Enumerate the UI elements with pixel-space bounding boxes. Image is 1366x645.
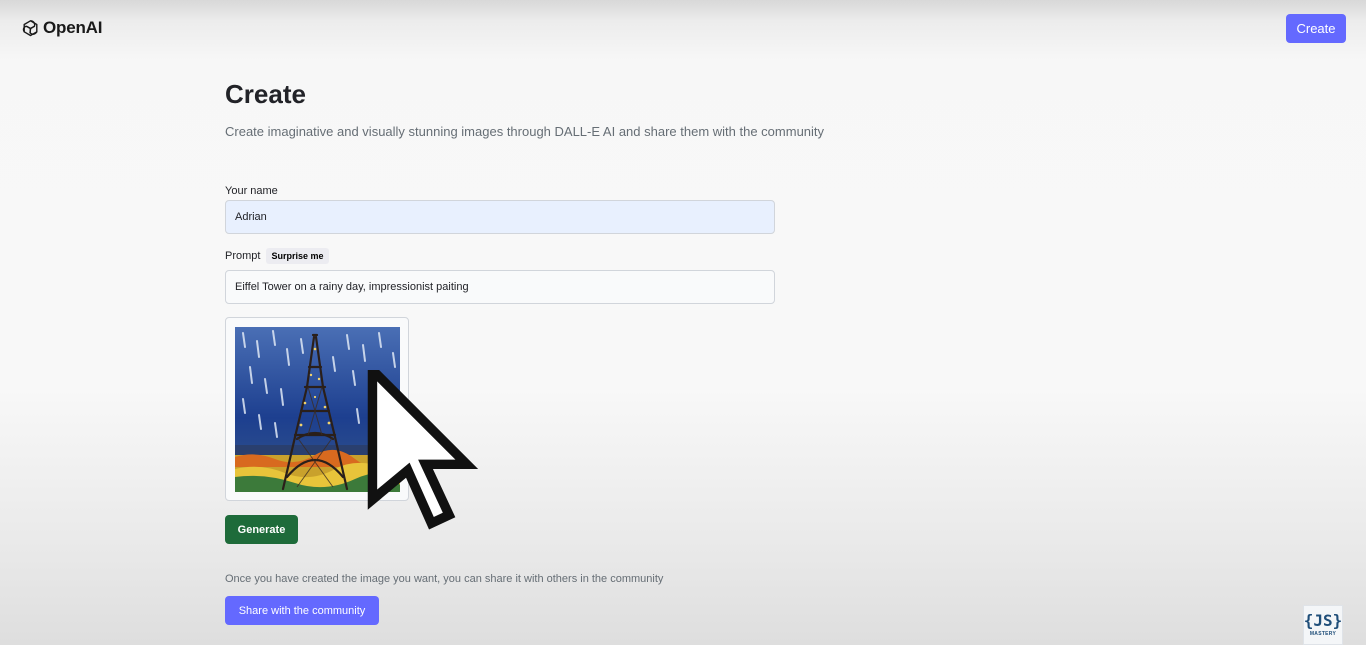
create-form-section: Create Create imaginative and visually s… xyxy=(225,78,925,625)
name-label: Your name xyxy=(225,185,278,197)
create-button[interactable]: Create xyxy=(1286,14,1346,43)
badge-sub-text: MASTERY xyxy=(1309,631,1337,637)
share-note: Once you have created the image you want… xyxy=(225,573,664,585)
mouse-cursor-icon xyxy=(367,370,479,530)
badge-main-text: {JS} xyxy=(1303,611,1343,630)
openai-logo-icon xyxy=(22,19,38,36)
image-preview xyxy=(225,317,479,530)
prompt-input[interactable] xyxy=(225,270,775,304)
logo[interactable]: OpenAI xyxy=(20,18,102,39)
surprise-me-button[interactable]: Surprise me xyxy=(266,248,329,264)
page-title: Create xyxy=(225,79,306,109)
share-with-community-button[interactable]: Share with the community xyxy=(225,596,379,625)
generate-button[interactable]: Generate xyxy=(225,515,298,544)
name-input[interactable] xyxy=(225,200,775,234)
js-mastery-badge: {JS} MASTERY xyxy=(1303,605,1343,645)
logo-text: OpenAI xyxy=(43,18,103,37)
name-label-row: Your name xyxy=(225,181,278,199)
page-subtitle: Create imaginative and visually stunning… xyxy=(225,124,825,139)
prompt-label: Prompt xyxy=(225,250,261,262)
prompt-label-row: Prompt Surprise me xyxy=(225,248,329,264)
header: OpenAI Create xyxy=(0,0,1366,56)
